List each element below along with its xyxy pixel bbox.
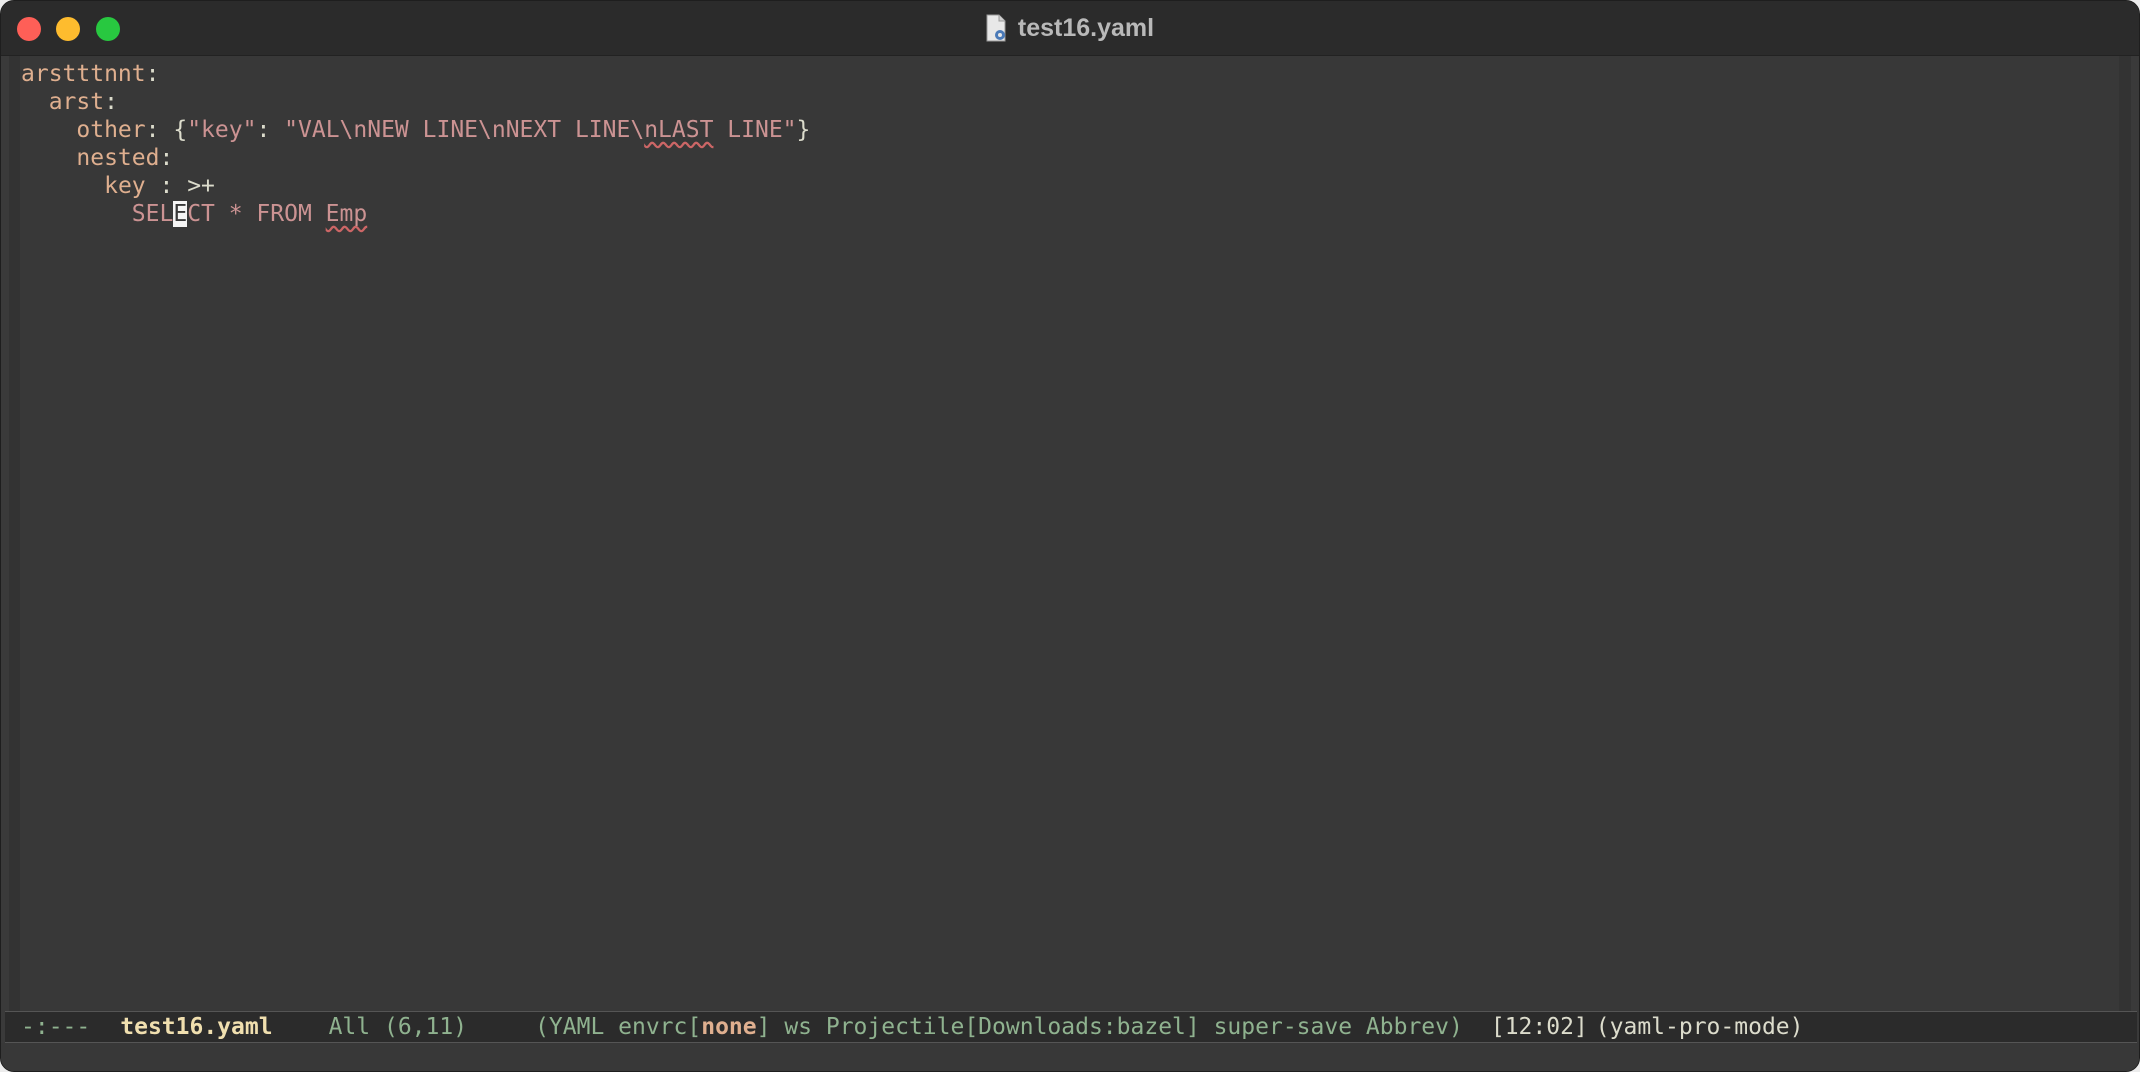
code-line-3: other: {"key": "VAL\nNEW LINE\nNEXT LINE… [76, 117, 811, 143]
mode-line[interactable]: -:--- test16.yaml All (6,11) (YAML envrc[no… [5, 1011, 2137, 1043]
code-line-6: SELECT * FROM Emp [131, 201, 368, 227]
yaml-key: arstttnnt [21, 61, 146, 87]
code-line-2: arst: [48, 89, 118, 115]
yaml-file-icon [986, 14, 1006, 42]
window-title-group: test16.yaml [1, 1, 2139, 55]
title-bar[interactable]: test16.yaml [1, 1, 2139, 56]
code-line-4: nested: [76, 145, 174, 171]
left-fringe [9, 56, 20, 1012]
right-fringe [2119, 56, 2131, 1012]
code-line-1: arstttnnt: [21, 61, 160, 87]
modeline-position: All (6,11) [328, 1014, 468, 1040]
spellcheck-error: Emp [325, 201, 368, 227]
code-line-5: key : >+ [104, 173, 215, 199]
modeline-envrc-state: none [701, 1014, 757, 1040]
modeline-major-mode[interactable]: (yaml-pro-mode) [1596, 1012, 1804, 1042]
yaml-key: arst [48, 89, 105, 115]
spellcheck-error: nLAST [644, 117, 714, 143]
editor-buffer[interactable]: arstttnnt: arst: other: {"key": "VAL\nNE… [9, 56, 2131, 1012]
yaml-key: nested [76, 145, 160, 171]
code-area[interactable]: arstttnnt: arst: other: {"key": "VAL\nNE… [21, 60, 810, 228]
modeline-clock: [12:02] [1490, 1014, 1588, 1040]
text-cursor: E [173, 201, 188, 227]
echo-area[interactable] [1, 1043, 2139, 1071]
window-title: test16.yaml [1017, 13, 1155, 42]
yaml-key: other [76, 117, 146, 143]
modeline-buffer-name[interactable]: test16.yaml [120, 1012, 272, 1042]
emacs-window: test16.yaml arstttnnt: arst: other: {"ke… [0, 0, 2140, 1072]
block-scalar-indicator: >+ [187, 173, 215, 199]
json-key-string: "key" [187, 117, 257, 143]
modeline-status: -:--- [21, 1014, 91, 1040]
modeline-minor-modes[interactable]: (YAML envrc[none] ws Projectile[Download… [535, 1012, 1463, 1042]
yaml-key: key [104, 173, 146, 199]
json-value-string: "VAL\nNEW LINE\nNEXT LINE\ [284, 117, 645, 143]
